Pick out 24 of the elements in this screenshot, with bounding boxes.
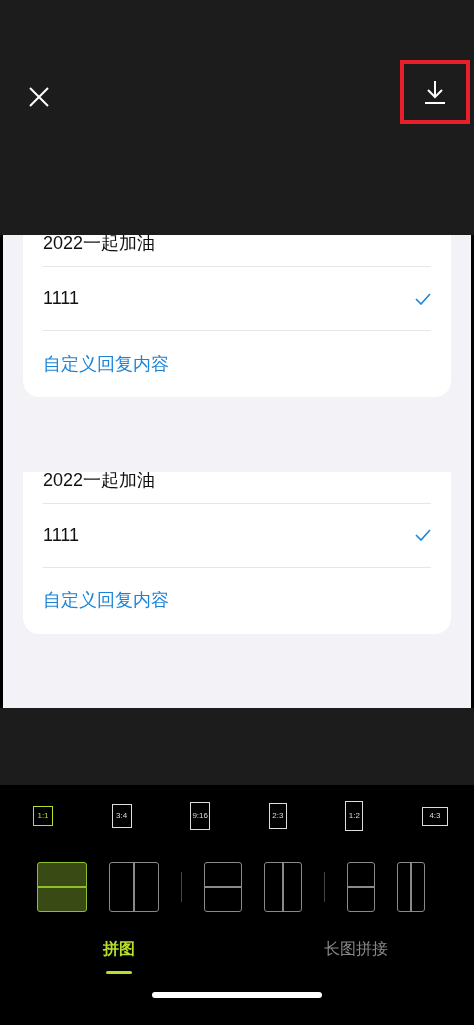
aspect-ratio-option[interactable]: 9:16 [190,802,211,830]
close-icon[interactable] [28,86,50,108]
download-button[interactable] [400,60,470,124]
layout-option[interactable] [204,862,242,912]
download-icon [424,80,446,104]
aspect-ratio-option[interactable]: 1:1 [33,806,53,826]
custom-reply-link[interactable]: 自定义回复内容 [43,350,169,378]
layout-option[interactable] [37,862,87,912]
aspect-ratio-option[interactable]: 3:4 [111,804,132,828]
layout-option[interactable] [397,862,425,912]
aspect-ratio-option[interactable]: 1:2 [345,801,364,831]
tab[interactable]: 拼图 [102,937,135,961]
reply-option[interactable]: 2022一起加油 [43,471,156,494]
reply-option[interactable]: 1111 [43,285,80,312]
reply-option[interactable]: 1111 [43,521,80,549]
aspect-ratio-option[interactable]: 4:3 [421,806,448,826]
tab-indicator [105,971,132,974]
aspect-ratio-option[interactable]: 2:3 [268,803,287,829]
tab[interactable]: 长图拼接 [323,937,388,961]
layout-option[interactable] [109,862,159,912]
layout-option[interactable] [264,862,302,912]
reply-option[interactable]: 2022一起加油 [43,235,156,257]
custom-reply-link[interactable]: 自定义回复内容 [43,587,169,614]
layout-option[interactable] [347,862,375,912]
